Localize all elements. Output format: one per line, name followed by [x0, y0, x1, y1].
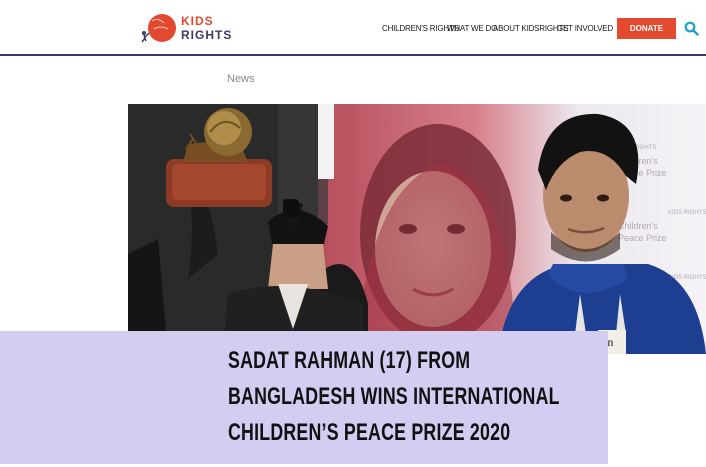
svg-text:KIDS RIGHTS: KIDS RIGHTS [668, 210, 706, 216]
kidsrights-logo[interactable]: KIDS RIGHTS [138, 11, 238, 45]
title-line-3: CHILDREN’S PEACE PRIZE 2020 [228, 419, 511, 446]
figure-icon [141, 18, 169, 43]
title-line-1: SADAT RAHMAN (17) FROM [228, 347, 471, 374]
hero-image: KIDS RIGHTS Children's Peace Prize KIDS … [128, 104, 706, 354]
nav-what-we-do[interactable]: WHAT WE DO [447, 24, 497, 33]
chevron-down-icon[interactable]: ⌄ [600, 24, 606, 32]
search-icon[interactable] [684, 21, 699, 36]
donate-button[interactable]: DONATE [617, 18, 676, 39]
svg-text:Children's: Children's [618, 221, 658, 231]
svg-text:Peace Prize: Peace Prize [618, 233, 667, 243]
article-title: SADAT RAHMAN (17) FROM BANGLADESH WINS I… [228, 343, 598, 451]
site-header: KIDS RIGHTS CHILDREN'S RIGHTS WHAT WE DO… [0, 0, 706, 56]
title-line-2: BANGLADESH WINS INTERNATIONAL [228, 383, 560, 410]
logo-text-rights: RIGHTS [181, 28, 233, 42]
breadcrumb-news[interactable]: News [227, 73, 255, 85]
logo-text-kids: KIDS [181, 14, 214, 28]
